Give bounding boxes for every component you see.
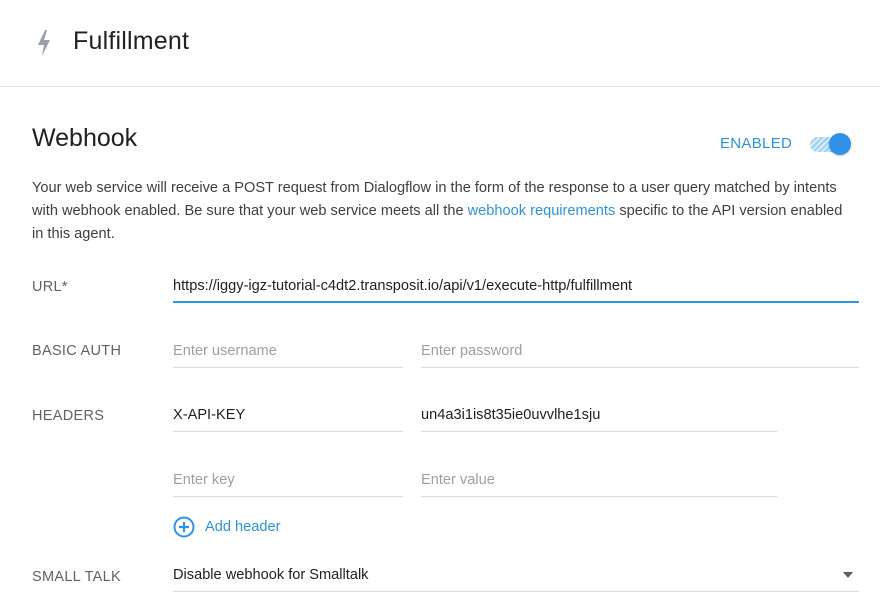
- url-label: URL*: [32, 279, 68, 295]
- webhook-title: Webhook: [32, 124, 138, 152]
- header-key-input[interactable]: [173, 402, 403, 428]
- username-input[interactable]: [173, 338, 403, 364]
- add-circle-icon: [173, 516, 195, 538]
- header-bar: Fulfillment: [0, 0, 880, 87]
- new-header-key-input[interactable]: [173, 467, 403, 493]
- new-header-key-field[interactable]: [173, 467, 403, 497]
- webhook-requirements-link[interactable]: webhook requirements: [468, 203, 616, 219]
- webhook-status-label: ENABLED: [720, 135, 793, 152]
- small-talk-label: SMALL TALK: [32, 569, 121, 585]
- page-title: Fulfillment: [73, 27, 190, 55]
- url-input[interactable]: [173, 273, 859, 299]
- header-value-field[interactable]: [421, 402, 777, 432]
- add-header-button[interactable]: Add header: [173, 515, 280, 539]
- basic-auth-label: BASIC AUTH: [32, 343, 122, 359]
- chevron-down-icon: [843, 572, 853, 578]
- password-input[interactable]: [421, 338, 859, 364]
- header-key-field[interactable]: [173, 402, 403, 432]
- new-header-value-input[interactable]: [421, 467, 777, 493]
- headers-label: HEADERS: [32, 408, 105, 424]
- add-header-label: Add header: [205, 519, 281, 535]
- small-talk-select[interactable]: Disable webhook for Smalltalk: [173, 563, 859, 592]
- username-field[interactable]: [173, 338, 403, 368]
- header-value-input[interactable]: [421, 402, 777, 428]
- small-talk-selected-value: Disable webhook for Smalltalk: [173, 567, 369, 583]
- bolt-icon: [38, 30, 50, 56]
- webhook-enabled-toggle[interactable]: [808, 133, 852, 155]
- password-field[interactable]: [421, 338, 859, 368]
- webhook-description: Your web service will receive a POST req…: [32, 177, 852, 246]
- url-field[interactable]: [173, 273, 859, 303]
- toggle-thumb: [829, 133, 851, 155]
- new-header-value-field[interactable]: [421, 467, 777, 497]
